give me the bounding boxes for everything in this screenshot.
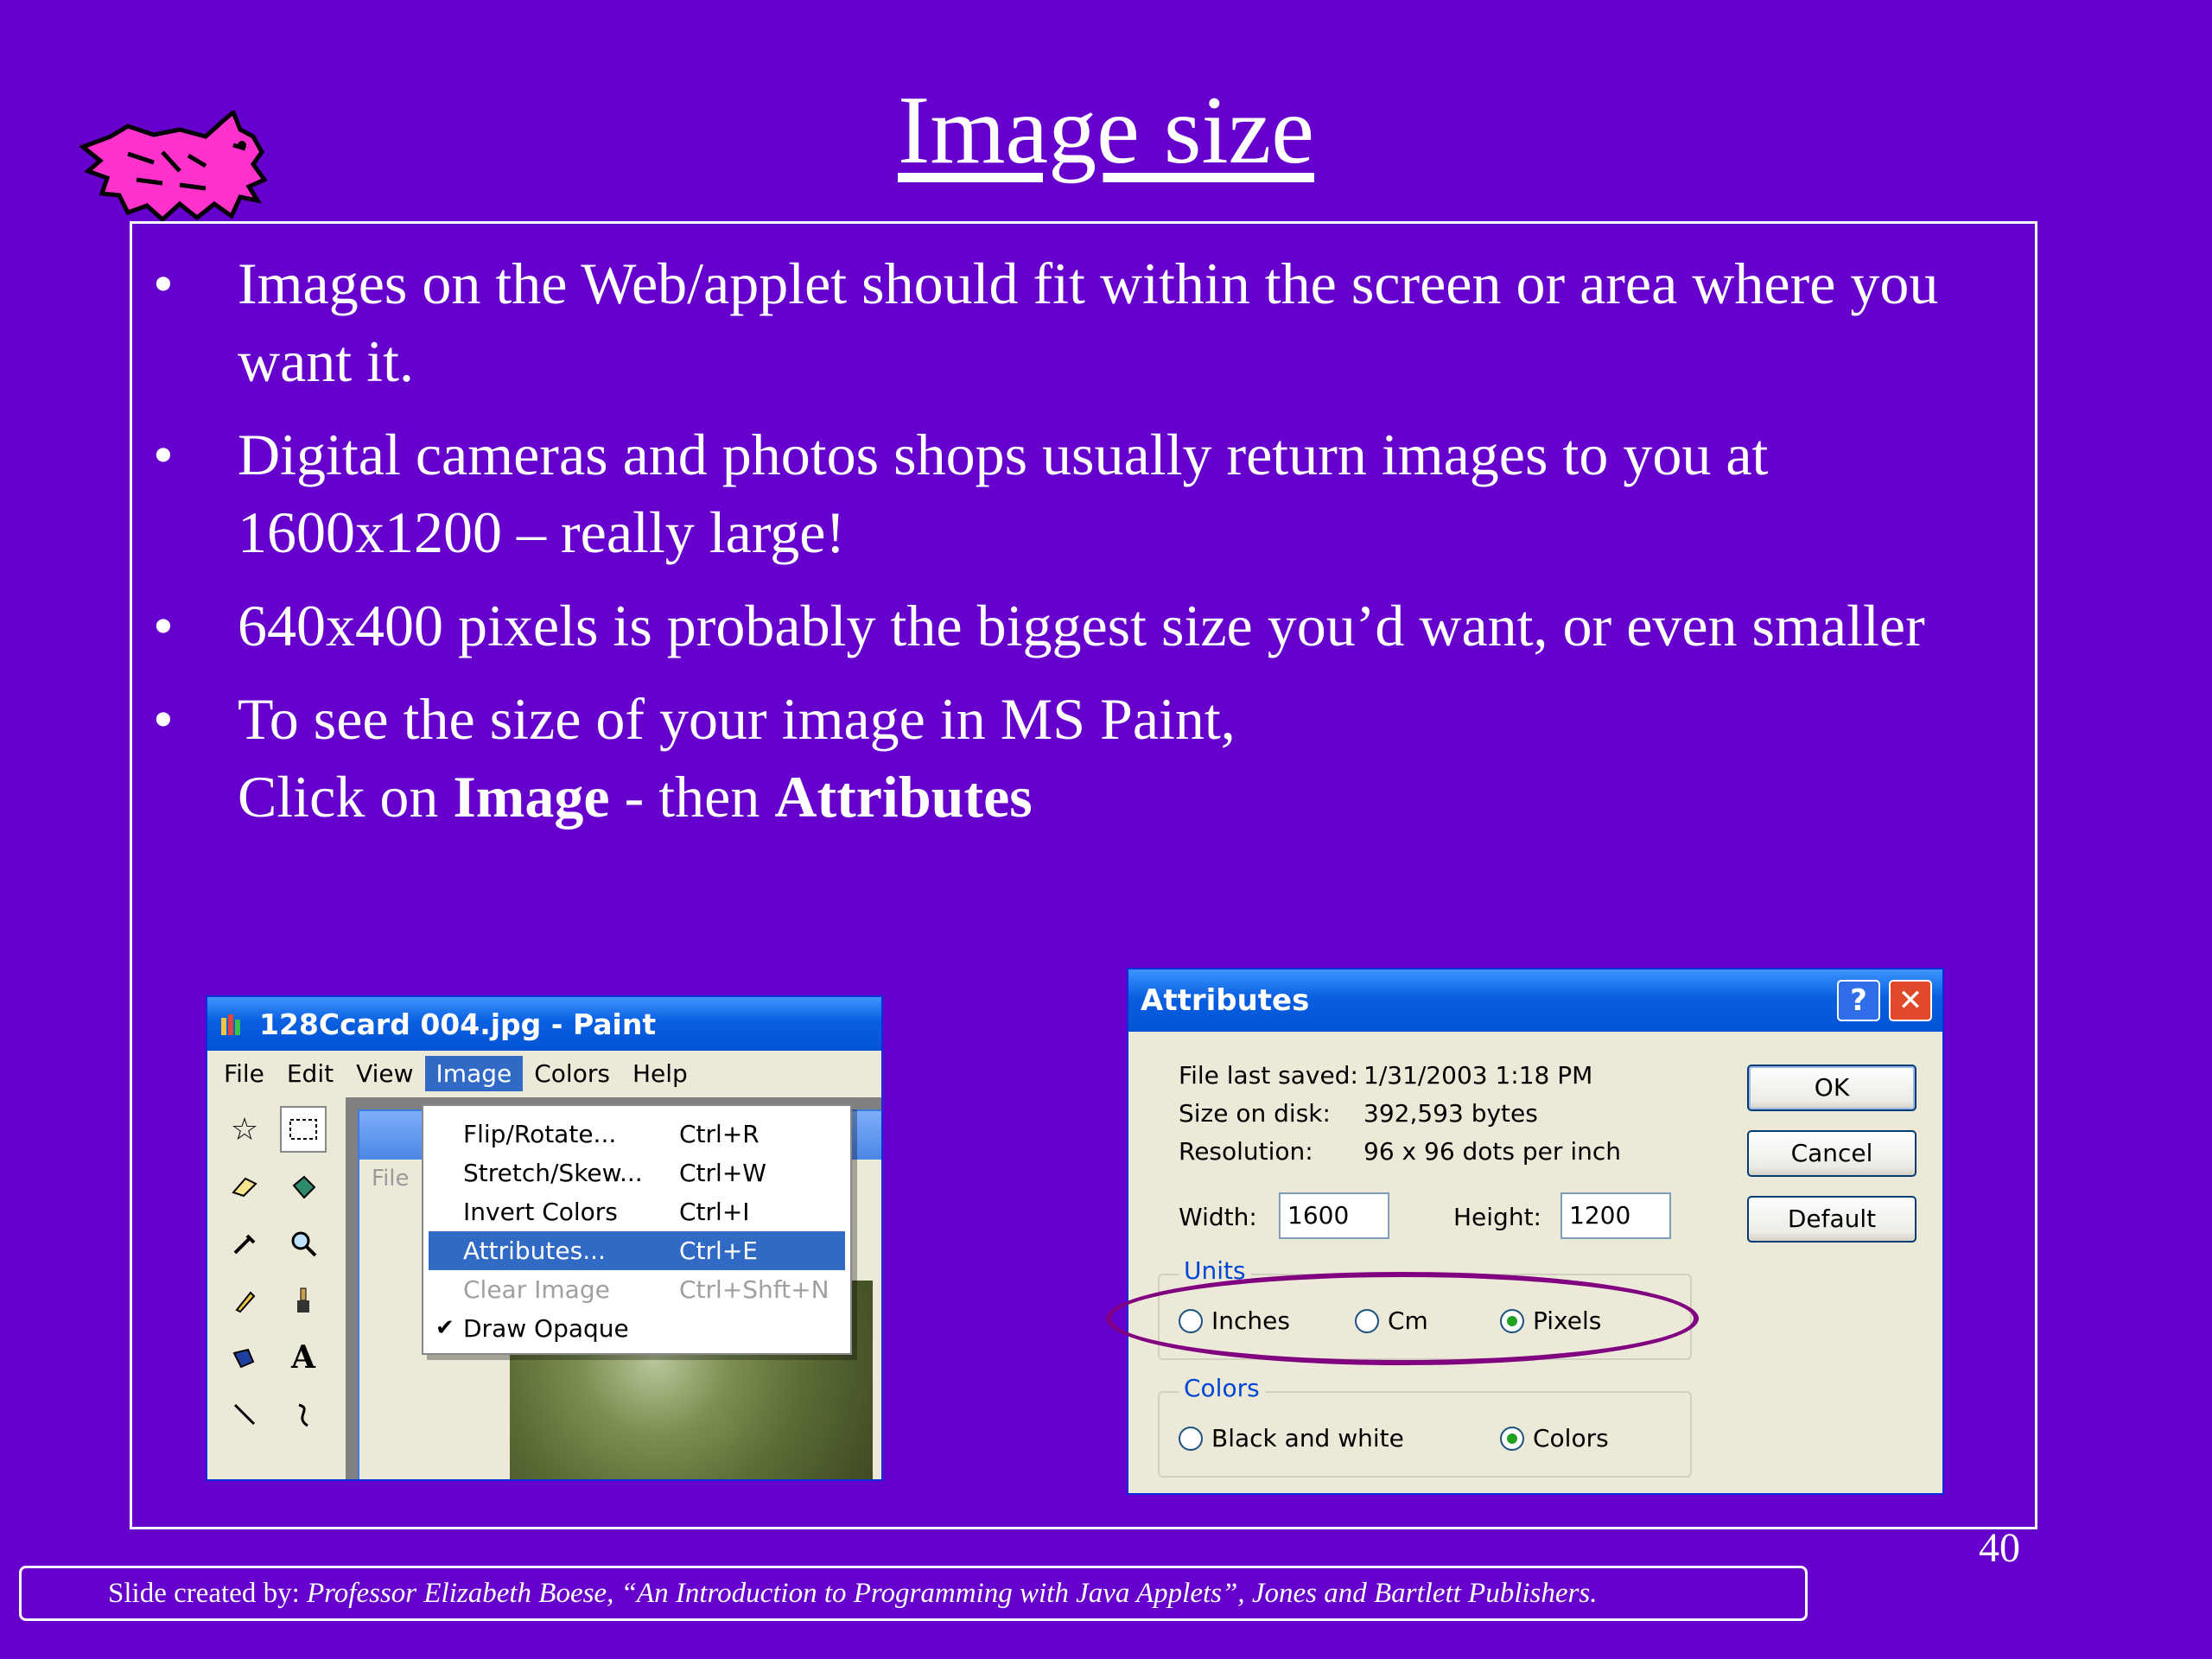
attributes-titlebar: Attributes ? ✕ — [1128, 969, 1942, 1032]
menu-item-shortcut — [662, 1309, 679, 1348]
bullet-marker: • — [153, 593, 174, 658]
bullet-text-attributes: Attributes — [774, 764, 1033, 830]
size-on-disk-row: Size on disk: 392,593 bytes — [1179, 1099, 1538, 1128]
menu-item-label: Draw Opaque — [463, 1314, 629, 1343]
menu-item-shortcut: Ctrl+W — [679, 1159, 766, 1187]
bullet-list: • Images on the Web/applet should fit wi… — [132, 245, 2033, 851]
radio-colors[interactable]: Colors — [1500, 1424, 1609, 1452]
fill-bucket-icon[interactable] — [280, 1163, 327, 1210]
brush-icon[interactable] — [280, 1277, 327, 1324]
default-button[interactable]: Default — [1747, 1196, 1916, 1243]
colors-group: Colors Black and white Colors — [1158, 1374, 1692, 1478]
resolution-label: Resolution: — [1179, 1137, 1313, 1166]
menu-item-stretch-skew[interactable]: Stretch/Skew... Ctrl+W — [423, 1154, 850, 1192]
size-on-disk-label: Size on disk: — [1179, 1099, 1331, 1128]
paint-app-icon — [221, 1014, 240, 1035]
slide-title: Image size — [898, 77, 1314, 184]
close-icon[interactable]: ✕ — [1889, 980, 1932, 1021]
menu-item-draw-opaque[interactable]: ✔ Draw Opaque — [423, 1309, 850, 1348]
menu-item-flip-rotate[interactable]: Flip/Rotate... Ctrl+R — [423, 1115, 850, 1154]
height-input[interactable]: 1200 — [1560, 1192, 1671, 1239]
menu-item-shortcut: Ctrl+E — [679, 1236, 758, 1265]
menu-colors[interactable]: Colors — [523, 1056, 621, 1091]
attributes-title: Attributes — [1141, 983, 1310, 1018]
bullet-item: • Images on the Web/applet should fit wi… — [132, 245, 2033, 400]
rect-select-icon[interactable] — [280, 1106, 327, 1153]
radio-black-and-white[interactable]: Black and white — [1179, 1424, 1404, 1452]
paint-window-title: 128Ccard 004.jpg - Paint — [259, 1007, 657, 1041]
radio-label: Black and white — [1211, 1424, 1404, 1452]
ok-button[interactable]: OK — [1747, 1065, 1916, 1111]
resolution-value: 96 x 96 dots per inch — [1363, 1137, 1621, 1166]
menu-item-label: Stretch/Skew... — [463, 1159, 643, 1187]
magnifier-icon[interactable] — [280, 1220, 327, 1267]
radio-circle-checked — [1500, 1426, 1524, 1451]
menu-edit[interactable]: Edit — [276, 1056, 345, 1091]
paint-toolbox: ☆ A — [207, 1097, 342, 1479]
bullet-text-prefix: Click on — [238, 764, 454, 830]
bullet-marker: • — [153, 686, 174, 752]
bullet-marker: • — [153, 422, 174, 487]
bullet-text-middle: - then — [609, 764, 775, 830]
radio-label: Colors — [1533, 1424, 1609, 1452]
text-tool-icon[interactable]: A — [280, 1334, 327, 1381]
line-tool-icon[interactable] — [221, 1391, 268, 1438]
width-label: Width: — [1179, 1203, 1257, 1231]
menu-item-shortcut: Ctrl+Shft+N — [679, 1275, 830, 1304]
bullet-text: Digital cameras and photos shops usually… — [238, 422, 1769, 565]
paint-titlebar: 128Ccard 004.jpg - Paint — [207, 997, 881, 1051]
footer-credit: Slide created by: Professor Elizabeth Bo… — [19, 1566, 1808, 1621]
help-icon[interactable]: ? — [1837, 980, 1880, 1021]
menu-item-clear-image[interactable]: Clear Image Ctrl+Shft+N — [423, 1270, 850, 1309]
curve-tool-icon[interactable] — [280, 1391, 327, 1438]
free-select-icon[interactable]: ☆ — [221, 1106, 268, 1153]
footer-prefix: Slide created by: — [108, 1578, 308, 1609]
color-picker-icon[interactable] — [221, 1220, 268, 1267]
cancel-button[interactable]: Cancel — [1747, 1130, 1916, 1177]
units-highlight-ellipse — [1106, 1272, 1699, 1365]
width-input[interactable]: 1600 — [1279, 1192, 1389, 1239]
pencil-icon[interactable] — [221, 1277, 268, 1324]
bullet-text-image: Image — [453, 764, 610, 830]
file-last-saved-value: 1/31/2003 1:18 PM — [1363, 1061, 1593, 1090]
eraser-icon[interactable] — [221, 1163, 268, 1210]
menu-item-shortcut: Ctrl+I — [679, 1198, 750, 1226]
airbrush-icon[interactable] — [221, 1334, 268, 1381]
menu-item-invert-colors[interactable]: Invert Colors Ctrl+I — [423, 1192, 850, 1231]
bullet-text-line1: To see the size of your image in MS Pain… — [238, 686, 1236, 752]
menu-view[interactable]: View — [345, 1056, 424, 1091]
resolution-row: Resolution: 96 x 96 dots per inch — [1179, 1137, 1621, 1166]
image-menu-dropdown: Flip/Rotate... Ctrl+R Stretch/Skew... Ct… — [422, 1104, 852, 1355]
menu-item-shortcut: Ctrl+R — [679, 1120, 760, 1148]
bullet-text: 640x400 pixels is probably the biggest s… — [238, 593, 1925, 658]
bullet-marker: • — [153, 251, 174, 316]
bullet-item: • To see the size of your image in MS Pa… — [132, 680, 2033, 836]
radio-dot — [1507, 1433, 1517, 1444]
menu-item-label: Invert Colors — [463, 1198, 618, 1226]
height-label: Height: — [1453, 1203, 1541, 1231]
paint-menubar: File Edit View Image Colors Help — [207, 1051, 881, 1096]
mascot-cat-icon — [79, 111, 268, 223]
colors-group-label: Colors — [1179, 1374, 1265, 1402]
check-icon: ✔ — [435, 1315, 454, 1341]
menu-image[interactable]: Image — [424, 1055, 524, 1091]
file-last-saved-row: File last saved: 1/31/2003 1:18 PM — [1179, 1061, 1592, 1090]
menu-item-label: Clear Image — [463, 1275, 610, 1304]
attributes-dialog: Attributes ? ✕ File last saved: 1/31/200… — [1127, 968, 1944, 1495]
footer-citation: Professor Elizabeth Boese, “An Introduct… — [307, 1578, 1598, 1609]
file-last-saved-label: File last saved: — [1179, 1061, 1358, 1090]
page-number: 40 — [1979, 1525, 2020, 1571]
menu-item-label: Attributes... — [463, 1236, 606, 1265]
bullet-item: • 640x400 pixels is probably the biggest… — [132, 587, 2033, 664]
menu-item-label: Flip/Rotate... — [463, 1120, 617, 1148]
bullet-item: • Digital cameras and photos shops usual… — [132, 416, 2033, 571]
menu-help[interactable]: Help — [621, 1056, 699, 1091]
size-on-disk-value: 392,593 bytes — [1363, 1099, 1538, 1128]
radio-circle — [1179, 1426, 1203, 1451]
menu-item-attributes[interactable]: Attributes... Ctrl+E — [429, 1231, 845, 1270]
menu-file[interactable]: File — [213, 1056, 276, 1091]
bullet-text: Images on the Web/applet should fit with… — [238, 251, 1939, 394]
